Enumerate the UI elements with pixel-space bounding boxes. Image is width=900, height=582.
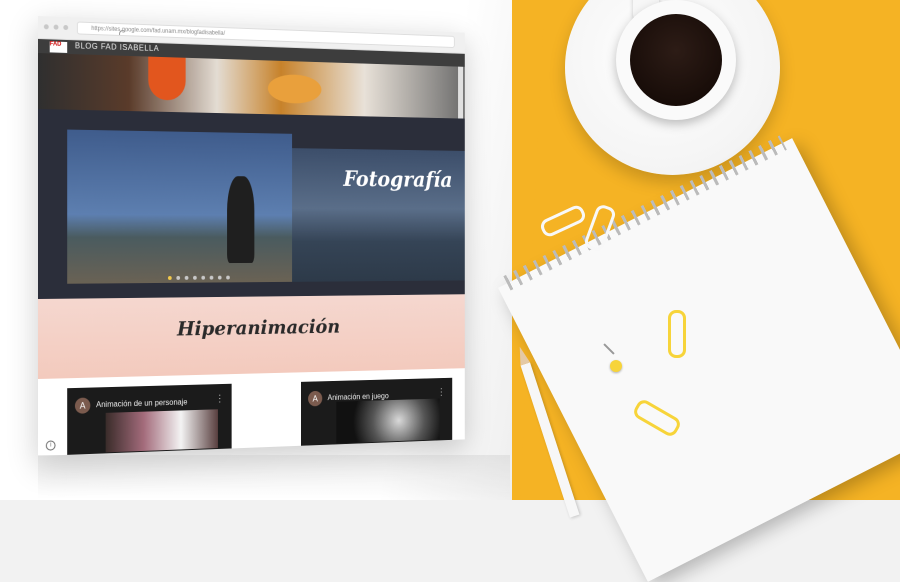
carousel-dot[interactable] xyxy=(226,275,230,280)
more-vertical-icon[interactable]: ⋮ xyxy=(215,394,224,405)
reload-icon[interactable] xyxy=(118,29,127,39)
video-card[interactable]: A Animación en juego ⋮ xyxy=(300,377,453,447)
carousel-photo-dolphins xyxy=(67,129,293,284)
carousel-dot[interactable] xyxy=(217,275,222,280)
site-logo[interactable]: FAD xyxy=(49,41,68,53)
pushpin-icon xyxy=(610,360,622,372)
dolphin-statue xyxy=(227,176,255,264)
paperclip-icon xyxy=(668,310,686,358)
carousel-dot[interactable] xyxy=(167,276,172,280)
coffee xyxy=(630,14,722,106)
browser-reflection xyxy=(38,455,510,500)
banner-illustration xyxy=(148,56,186,101)
carousel-dot[interactable] xyxy=(184,275,189,280)
card-title[interactable]: Animación de un personaje xyxy=(96,398,187,410)
carousel-dot[interactable] xyxy=(201,275,206,280)
carousel-indicators[interactable] xyxy=(167,275,230,280)
carousel-dot[interactable] xyxy=(209,275,214,280)
carousel-dot[interactable] xyxy=(193,275,197,280)
carousel-title: Fotografía xyxy=(343,166,453,193)
window-controls[interactable] xyxy=(43,24,69,31)
photo-carousel[interactable]: Fotografía xyxy=(38,109,465,299)
avatar: A xyxy=(308,390,323,407)
card-thumbnail xyxy=(336,398,440,444)
avatar: A xyxy=(74,397,91,414)
video-card[interactable]: A Animación de un personaje ⋮ xyxy=(67,383,232,456)
site-title[interactable]: BLOG FAD ISABELLA xyxy=(75,41,159,53)
section-hiperanimacion: Hiperanimación xyxy=(38,294,465,379)
card-thumbnail xyxy=(105,409,218,453)
more-vertical-icon[interactable]: ⋮ xyxy=(437,387,445,397)
scrollbar[interactable] xyxy=(458,66,464,119)
section-title: Hiperanimación xyxy=(176,314,341,341)
browser-window: https://sites.google.com/fad.unam.mx/blo… xyxy=(38,16,465,456)
url-text: https://sites.google.com/fad.unam.mx/blo… xyxy=(91,26,226,37)
turtle-illustration xyxy=(267,73,322,104)
info-icon[interactable]: i xyxy=(45,440,56,451)
carousel-dot[interactable] xyxy=(176,275,181,280)
